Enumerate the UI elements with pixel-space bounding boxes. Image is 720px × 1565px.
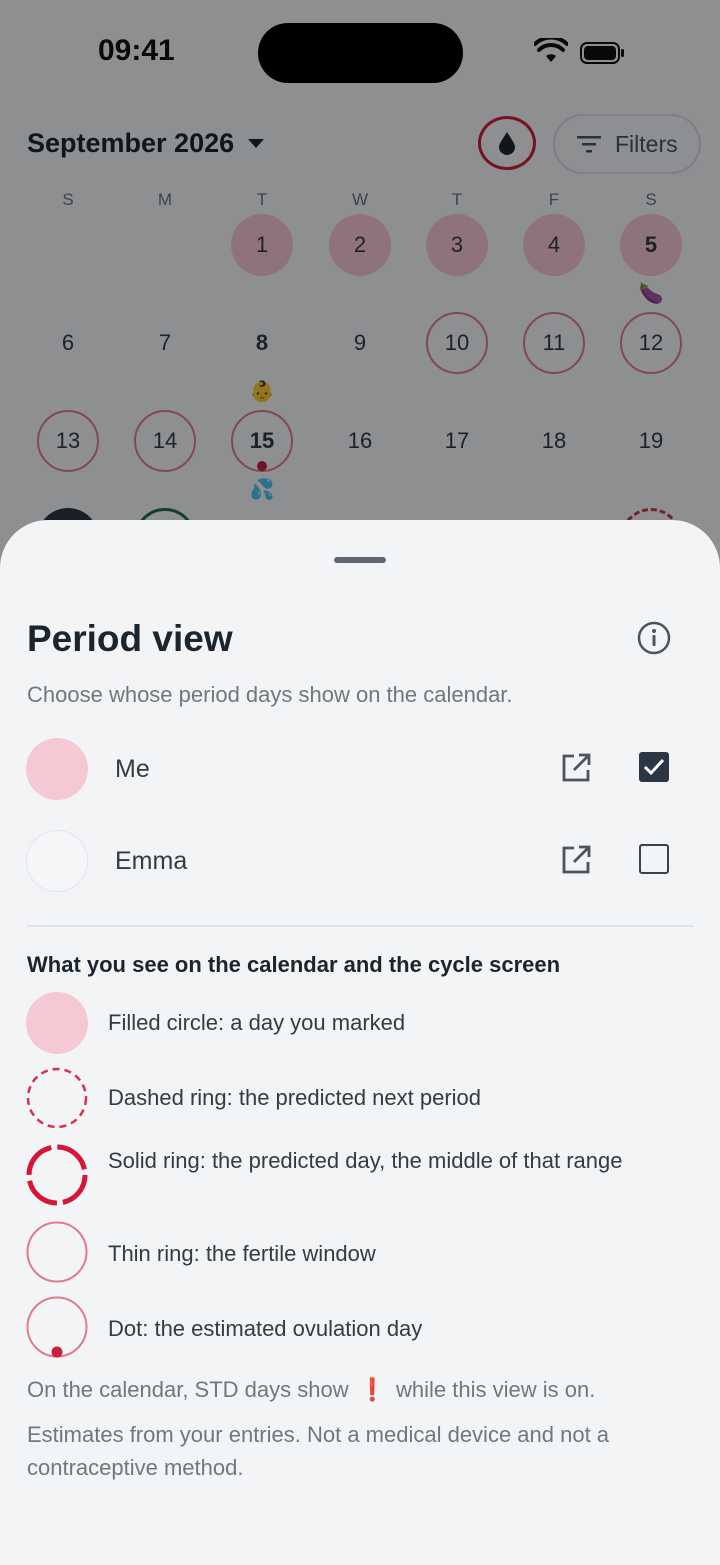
- period-view-sheet: Period view Choose whose period days sho…: [0, 520, 720, 1565]
- thin-ring-icon: [26, 1221, 88, 1283]
- checkmark-icon: [643, 758, 665, 776]
- person-name: Me: [115, 755, 150, 783]
- std-note-before: On the calendar, STD days show: [27, 1377, 349, 1402]
- std-note: On the calendar, STD days show ❗ while thi…: [27, 1373, 697, 1406]
- divider: [27, 925, 694, 927]
- sheet-subtitle: Choose whose period days show on the cal…: [27, 682, 513, 707]
- legend-title: What you see on the calendar and the cyc…: [27, 952, 561, 977]
- external-link-icon[interactable]: [560, 844, 592, 876]
- legend-text: Dot: the estimated ovulation day: [108, 1316, 423, 1341]
- person-name: Emma: [115, 847, 188, 875]
- external-link-icon[interactable]: [560, 752, 592, 784]
- dot-icon: [26, 1296, 88, 1358]
- disclaimer: Estimates from your entries. Not a medic…: [27, 1422, 610, 1480]
- exclamation-icon: ❗: [358, 1377, 387, 1402]
- legend-text: Dashed ring: the predicted next period: [108, 1085, 482, 1110]
- dashed-ring-icon: [26, 1067, 88, 1129]
- avatar: [26, 830, 88, 892]
- filled-circle-icon: [26, 992, 88, 1054]
- sheet-title: Period view: [27, 618, 233, 659]
- avatar: [26, 738, 88, 800]
- person-row-me[interactable]: Me: [0, 725, 720, 815]
- solid-ring-icon: [26, 1144, 88, 1206]
- sheet-handle[interactable]: [334, 557, 386, 563]
- legend-text: Solid ring: the predicted day, the middl…: [108, 1148, 623, 1173]
- checkbox-emma[interactable]: [639, 844, 669, 874]
- legend-text: Filled circle: a day you marked: [108, 1010, 406, 1035]
- person-row-emma[interactable]: Emma: [0, 817, 720, 907]
- legend-text: Thin ring: the fertile window: [108, 1241, 376, 1266]
- checkbox-me[interactable]: [639, 752, 669, 782]
- info-icon[interactable]: [637, 621, 671, 655]
- std-note-after: while this view is on.: [396, 1377, 596, 1402]
